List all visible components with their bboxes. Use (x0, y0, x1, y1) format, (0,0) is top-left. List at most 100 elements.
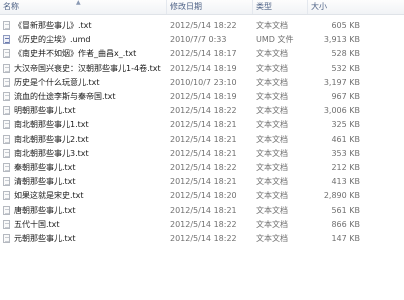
text-file-icon (3, 106, 10, 116)
file-row[interactable]: 《南史并不如烟》作者_曲昌x_.txt 2012/5/14 18:17 文本文档 52… (0, 47, 404, 61)
file-size: 325 KB (331, 120, 360, 130)
file-size: 3,913 KB (323, 35, 360, 45)
file-date: 2012/5/14 18:21 (170, 120, 237, 130)
file-type: 文本文档 (256, 191, 288, 201)
file-date: 2012/5/14 18:22 (170, 234, 237, 243)
file-size: 532 KB (331, 63, 360, 73)
file-type: 文本文档 (256, 148, 288, 158)
file-row[interactable]: 流血的仕途李斯与秦帝国.txt 2012/5/14 18:19 文本文档 967 KB (0, 90, 404, 104)
file-size: 353 KB (331, 148, 360, 158)
file-size: 2,890 KB (323, 191, 360, 201)
file-name: 如果这就是宋史.txt (14, 191, 84, 201)
file-name: 《历史的尘埃》.umd (14, 35, 91, 45)
file-type: 文本文档 (256, 134, 288, 144)
file-row[interactable]: 大汉帝国兴衰史：汉朝那些事儿1-4卷.txt 2012/5/14 18:19 文本文… (0, 62, 404, 76)
file-date: 2010/10/7 23:10 (170, 77, 237, 87)
file-date: 2012/5/14 18:22 (170, 21, 237, 30)
file-type: 文本文档 (256, 92, 288, 101)
file-row[interactable]: 南北朝那些事儿2.txt 2012/5/14 18:21 文本文档 461 KB (0, 133, 404, 147)
text-file-icon (3, 163, 10, 172)
file-row[interactable]: 五代十国.txt 2012/5/14 18:22 文本文档 866 KB (0, 218, 404, 232)
text-file-icon (3, 92, 10, 101)
file-date: 2012/5/14 18:22 (170, 163, 237, 172)
column-header-size[interactable]: 大小 (308, 0, 362, 14)
file-name: 《冒新那些事儿》.txt (14, 21, 92, 30)
file-date: 2012/5/14 18:17 (170, 49, 237, 59)
file-row[interactable]: 南北朝那些事儿3.txt 2012/5/14 18:21 文本文档 353 KB (0, 147, 404, 161)
file-date: 2012/5/14 18:21 (170, 134, 237, 144)
text-file-icon (3, 77, 10, 87)
file-name: 大汉帝国兴衰史：汉朝那些事儿1-4卷.txt (14, 63, 161, 73)
text-file-icon (3, 49, 10, 59)
file-type: 文本文档 (256, 49, 288, 59)
file-name: 南北朝那些事儿2.txt (14, 134, 89, 144)
file-type: 文本文档 (256, 219, 288, 229)
file-name: 明朝那些事儿.txt (14, 106, 76, 116)
file-type: 文本文档 (256, 234, 288, 243)
file-date: 2012/5/14 18:21 (170, 177, 237, 187)
column-header-name-label: 名称 (3, 2, 19, 11)
file-type: UMD 文件 (256, 35, 294, 45)
file-name: 唐朝那些事儿.txt (14, 205, 76, 215)
file-date: 2010/7/7 0:33 (170, 35, 227, 45)
file-row[interactable]: 南北朝那些事儿1.txt 2012/5/14 18:21 文本文档 325 KB (0, 118, 404, 132)
file-row[interactable]: 秦朝那些事儿.txt 2012/5/14 18:22 文本文档 212 KB (0, 161, 404, 175)
file-size: 3,006 KB (323, 106, 360, 116)
file-name: 《南史并不如烟》作者_曲昌x_.txt (14, 49, 137, 59)
sort-ascending-icon: ▲ (76, 0, 81, 6)
file-date: 2012/5/14 18:21 (170, 205, 237, 215)
text-file-icon (3, 219, 10, 229)
file-type: 文本文档 (256, 177, 288, 187)
umd-file-icon (3, 35, 10, 45)
file-name: 五代十国.txt (14, 219, 60, 229)
file-type: 文本文档 (256, 163, 288, 172)
text-file-icon (3, 120, 10, 130)
file-row[interactable]: 唐朝那些事儿.txt 2012/5/14 18:21 文本文档 561 KB (0, 204, 404, 218)
column-header-bar: 名称 ▲ 修改日期 类型 大小 (0, 0, 404, 15)
file-size: 212 KB (331, 163, 360, 172)
file-row[interactable]: 《历史的尘埃》.umd 2010/7/7 0:33 UMD 文件 3,913 KB (0, 33, 404, 47)
file-row[interactable]: 元朝那些事儿.txt 2012/5/14 18:22 文本文档 147 KB (0, 232, 404, 246)
file-date: 2012/5/14 18:22 (170, 219, 237, 229)
text-file-icon (3, 205, 10, 215)
file-row[interactable]: 明朝那些事儿.txt 2012/5/14 18:22 文本文档 3,006 KB (0, 104, 404, 118)
file-name: 流血的仕途李斯与秦帝国.txt (14, 92, 116, 101)
text-file-icon (3, 234, 10, 243)
file-name: 南北朝那些事儿1.txt (14, 120, 89, 130)
file-size: 605 KB (331, 21, 360, 30)
file-type: 文本文档 (256, 120, 288, 130)
file-name: 元朝那些事儿.txt (14, 234, 76, 243)
column-header-date-label: 修改日期 (170, 2, 202, 11)
file-row[interactable]: 历史是个什么玩意儿.txt 2010/10/7 23:10 文本文档 3,197 KB (0, 76, 404, 90)
file-type: 文本文档 (256, 21, 288, 30)
column-header-type-label: 类型 (256, 2, 272, 11)
text-file-icon (3, 177, 10, 187)
column-header-type[interactable]: 类型 (253, 0, 308, 14)
text-file-icon (3, 134, 10, 144)
file-size: 528 KB (331, 49, 360, 59)
file-size: 561 KB (331, 205, 360, 215)
file-row[interactable]: 《冒新那些事儿》.txt 2012/5/14 18:22 文本文档 605 KB (0, 19, 404, 33)
file-name: 秦朝那些事儿.txt (14, 163, 76, 172)
file-name: 清朝那些事儿.txt (14, 177, 76, 187)
text-file-icon (3, 191, 10, 201)
column-header-date[interactable]: 修改日期 (167, 0, 253, 14)
file-size: 461 KB (331, 134, 360, 144)
file-size: 413 KB (331, 177, 360, 187)
file-row[interactable]: 清朝那些事儿.txt 2012/5/14 18:21 文本文档 413 KB (0, 175, 404, 189)
text-file-icon (3, 63, 10, 73)
file-type: 文本文档 (256, 106, 288, 116)
file-date: 2012/5/14 18:20 (170, 191, 237, 201)
column-header-size-label: 大小 (311, 2, 327, 11)
file-name: 南北朝那些事儿3.txt (14, 148, 89, 158)
file-row[interactable]: 如果这就是宋史.txt 2012/5/14 18:20 文本文档 2,890 KB (0, 189, 404, 203)
file-type: 文本文档 (256, 77, 288, 87)
file-date: 2012/5/14 18:21 (170, 148, 237, 158)
text-file-icon (3, 21, 10, 30)
file-type: 文本文档 (256, 63, 288, 73)
file-type: 文本文档 (256, 205, 288, 215)
file-size: 147 KB (331, 234, 360, 243)
file-date: 2012/5/14 18:22 (170, 106, 237, 116)
column-header-name[interactable]: 名称 ▲ (0, 0, 167, 14)
file-size: 3,197 KB (323, 77, 360, 87)
